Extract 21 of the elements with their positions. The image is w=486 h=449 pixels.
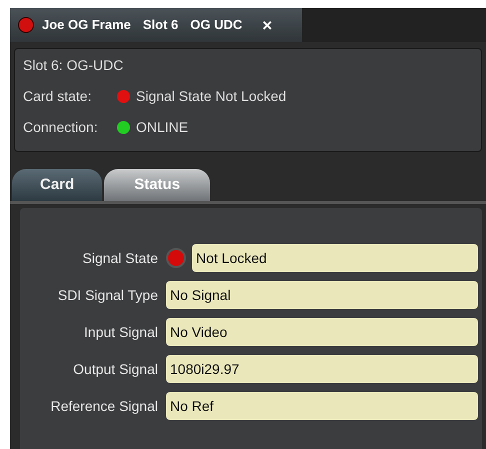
field-label: Output Signal — [72, 360, 158, 379]
close-button[interactable]: × — [262, 16, 272, 34]
window-title: OG UDC — [190, 16, 242, 34]
slot-heading: Slot 6: OG-UDC — [23, 56, 124, 75]
info-label: Card state: — [23, 87, 92, 106]
value-field: No Video — [166, 318, 478, 346]
field-label: Signal State — [82, 248, 158, 268]
window-tab[interactable]: Joe OG Frame Slot 6 OG UDC × — [10, 8, 302, 42]
value-field: No Signal — [166, 281, 478, 309]
window-title: Slot 6 — [142, 16, 178, 34]
value-field: 1080i29.97 — [166, 355, 478, 383]
value-field: Not Locked — [192, 244, 478, 272]
field-label: Input Signal — [83, 322, 158, 342]
tab[interactable]: Card — [12, 169, 102, 201]
info-value: Signal State Not Locked — [136, 87, 286, 106]
field-label: SDI Signal Type — [56, 286, 158, 305]
value-field: No Ref — [166, 392, 478, 420]
field-label: Reference Signal — [50, 396, 158, 416]
info-label: Connection: — [23, 118, 99, 137]
info-value: ONLINE — [136, 118, 188, 137]
window-title: Joe OG Frame — [42, 16, 131, 34]
